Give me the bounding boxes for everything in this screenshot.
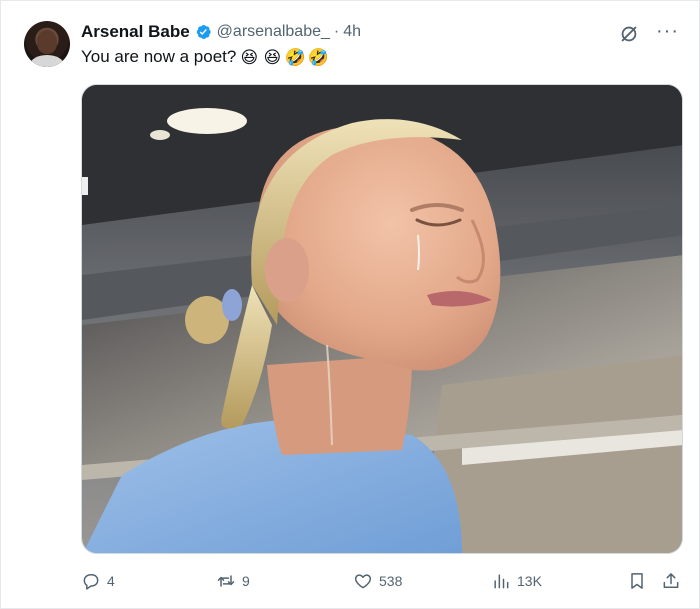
- avatar-face: [37, 30, 57, 54]
- emoji-grinning-squinting: 😆: [240, 47, 259, 67]
- tweet-text-body: You are now a poet?: [81, 47, 237, 66]
- emoji-rolling-laughing: 🤣: [284, 47, 306, 67]
- top-actions: ···: [618, 21, 679, 45]
- reply-count: 4: [107, 573, 115, 589]
- views-count: 13K: [517, 573, 542, 589]
- avatar[interactable]: [24, 21, 70, 67]
- tweet-card[interactable]: Arsenal Babe @arsenalbabe_ · 4h You are …: [0, 0, 700, 609]
- bookmark-icon: [631, 573, 643, 589]
- like-button[interactable]: 538: [353, 568, 402, 594]
- photo-crying-player: [82, 85, 682, 553]
- repost-button[interactable]: 9: [216, 568, 250, 594]
- share-button[interactable]: [661, 568, 681, 594]
- tweet-text: You are now a poet? 😆 😆 🤣 🤣: [81, 47, 329, 67]
- grok-icon[interactable]: [618, 23, 640, 45]
- emoji-rolling-laughing: 🤣: [307, 47, 329, 67]
- like-count: 538: [379, 573, 403, 589]
- header-separator: ·: [333, 23, 340, 40]
- views-button[interactable]: 13K: [491, 568, 542, 594]
- repost-count: 9: [242, 573, 250, 589]
- post-time[interactable]: 4h: [343, 23, 361, 41]
- reply-icon: [83, 574, 99, 590]
- author-name[interactable]: Arsenal Babe: [81, 22, 190, 42]
- bookmark-button[interactable]: [627, 568, 647, 594]
- repost-icon: [217, 575, 235, 587]
- tweet-media-image[interactable]: [81, 84, 683, 554]
- views-icon: [494, 574, 509, 589]
- more-options-icon[interactable]: ···: [656, 21, 679, 41]
- author-handle[interactable]: @arsenalbabe_: [217, 23, 330, 41]
- verified-badge-icon: [196, 25, 211, 39]
- share-icon: [663, 573, 679, 588]
- avatar-shirt: [30, 55, 64, 67]
- tweet-header: Arsenal Babe @arsenalbabe_ · 4h: [81, 21, 361, 43]
- like-icon: [354, 574, 372, 589]
- emoji-grinning-squinting: 😆: [263, 47, 282, 67]
- reply-button[interactable]: 4: [81, 568, 115, 594]
- tweet-actions-bar: 4 9 538 13K: [81, 568, 683, 594]
